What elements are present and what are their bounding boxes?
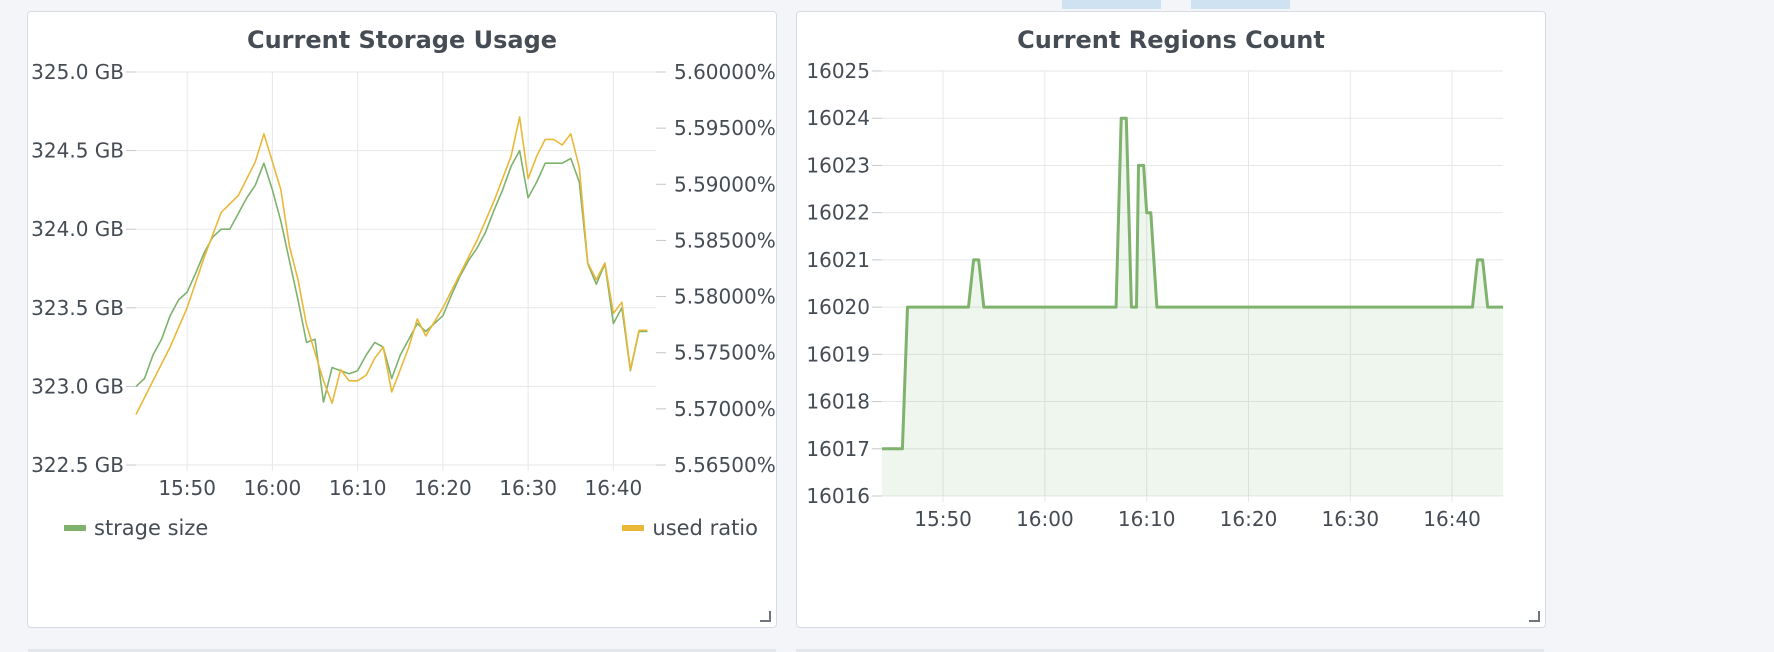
y-left-tick-label: 324.0 GB <box>31 217 124 241</box>
y-tick-label: 16022 <box>806 201 870 225</box>
x-tick-label: 15:50 <box>158 476 216 500</box>
x-tick-label: 16:30 <box>1321 507 1379 531</box>
y-left-tick-label: 325.0 GB <box>31 60 124 84</box>
series-line-used-ratio <box>135 116 648 415</box>
y-right-tick-label: 5.57000% <box>674 397 776 421</box>
x-tick-label: 16:10 <box>1118 507 1176 531</box>
y-right-tick-label: 5.56500% <box>674 453 776 477</box>
y-right-tick-label: 5.59000% <box>674 172 776 196</box>
x-tick-label: 16:00 <box>244 476 302 500</box>
y-tick-label: 16019 <box>806 342 870 366</box>
y-right-tick-label: 5.58500% <box>674 228 776 252</box>
y-right-tick-label: 5.60000% <box>674 60 776 84</box>
x-tick-label: 16:20 <box>1220 507 1278 531</box>
y-left-tick-label: 324.5 GB <box>31 139 124 163</box>
resize-handle-icon[interactable] <box>760 611 771 622</box>
x-tick-label: 16:40 <box>585 476 643 500</box>
y-tick-label: 16017 <box>806 437 870 461</box>
y-left-tick-label: 323.5 GB <box>31 296 124 320</box>
legend-item-used-ratio[interactable]: used ratio <box>622 516 758 540</box>
x-tick-label: 16:10 <box>329 476 387 500</box>
y-tick-label: 16024 <box>806 106 870 130</box>
x-tick-label: 16:20 <box>414 476 472 500</box>
top-strip-right <box>1191 0 1290 9</box>
legend-label: used ratio <box>652 516 758 540</box>
y-left-tick-label: 322.5 GB <box>31 453 124 477</box>
storage-usage-panel: Current Storage Usage 322.5 GB 323.0 GB 32… <box>27 11 777 628</box>
y-right-tick-label: 5.59500% <box>674 116 776 140</box>
legend-label: strage size <box>94 516 209 540</box>
y-tick-label: 16025 <box>806 59 870 83</box>
regions-count-panel: Current Regions Count 16016 16017 16018 160… <box>796 11 1546 628</box>
x-tick-label: 16:00 <box>1016 507 1074 531</box>
y-left-tick-label: 323.0 GB <box>31 374 124 398</box>
x-tick-label: 16:40 <box>1423 507 1481 531</box>
x-tick-label: 15:50 <box>914 507 972 531</box>
y-tick-label: 16016 <box>806 484 870 508</box>
legend-item-storage-size[interactable]: strage size <box>64 516 208 540</box>
y-right-tick-label: 5.57500% <box>674 341 776 365</box>
y-tick-label: 16023 <box>806 153 870 177</box>
y-tick-label: 16021 <box>806 248 870 272</box>
resize-handle-icon[interactable] <box>1529 611 1540 622</box>
x-tick-label: 16:30 <box>499 476 557 500</box>
legend-swatch-orange <box>622 525 645 531</box>
y-tick-label: 16018 <box>806 390 870 414</box>
regions-count-chart: 16016 16017 16018 16019 16020 16021 16022 16023… <box>806 59 1503 531</box>
y-tick-label: 16020 <box>806 295 870 319</box>
series-line-strage-size <box>135 149 648 403</box>
top-strip-left <box>1062 0 1161 9</box>
y-right-tick-label: 5.58000% <box>674 285 776 309</box>
legend-swatch-green <box>64 525 86 531</box>
